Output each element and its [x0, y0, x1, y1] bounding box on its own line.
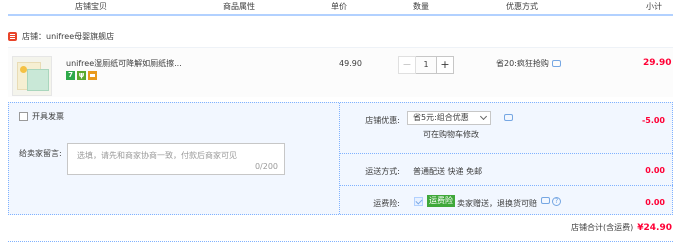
insurance-text: 卖家赠送，退换货可赔: [457, 199, 537, 208]
unit-price: 49.90: [339, 59, 362, 68]
coupon-select[interactable]: 省5元:组合优惠: [407, 111, 491, 125]
insurance-label: 运费险:: [373, 199, 400, 208]
item-promo: 省20:疯狂抢购: [496, 58, 561, 69]
quantity-stepper: − 1 +: [398, 56, 454, 74]
shop-name[interactable]: 店铺：unifree母婴旗舰店: [22, 31, 114, 42]
insurance-tag: 运费险: [427, 195, 455, 207]
shipping-amount: 0.00: [645, 166, 665, 175]
insurance-checkbox[interactable]: [414, 197, 423, 206]
insurance-row: 运费险: 运费险 卖家赠送，退换货可赔 ? 0.00: [340, 185, 673, 214]
insurance-icons: ?: [541, 197, 561, 206]
message-textarea[interactable]: 选填，请先和商家协商一致，付款后商家可见 0/200: [67, 143, 285, 175]
help-icon[interactable]: ?: [552, 197, 561, 206]
seven-day-return-icon: 7: [66, 71, 75, 80]
quantity-input[interactable]: 1: [416, 56, 436, 74]
header-price: 单价: [331, 2, 347, 11]
header-subtotal: 小计: [646, 2, 662, 11]
chat-icon[interactable]: [504, 114, 513, 121]
product-thumbnail[interactable]: [12, 56, 52, 96]
shop-total: 店铺合计(含运费) ¥24.90: [571, 222, 672, 233]
guarantee-icon: ψ: [77, 71, 86, 80]
decrease-quantity-button[interactable]: −: [398, 56, 416, 74]
message-placeholder: 选填，请先和商家协商一致，付款后商家可见: [77, 151, 237, 160]
shop-row: 店铺：unifree母婴旗舰店: [8, 29, 114, 43]
credit-card-icon: [88, 71, 97, 80]
shipping-row: 运送方式: 普通配送 快递 免邮 0.00: [340, 153, 673, 185]
header-promo: 优惠方式: [506, 2, 538, 11]
total-label: 店铺合计(含运费): [571, 223, 634, 232]
chat-icon[interactable]: [551, 60, 561, 67]
chat-icon[interactable]: [541, 197, 550, 204]
invoice-checkbox[interactable]: [19, 112, 28, 121]
coupon-label: 店铺优惠:: [365, 116, 400, 125]
coupon-note: 可在购物车修改: [423, 130, 479, 139]
header-quantity: 数量: [413, 2, 429, 11]
service-badges: 7 ψ: [66, 71, 99, 80]
table-header: 店铺宝贝 商品属性 单价 数量 优惠方式 小计: [0, 0, 680, 13]
invoice-label: 开具发票: [32, 112, 64, 121]
coupon-amount: -5.00: [641, 116, 665, 125]
header-shop-item: 店铺宝贝: [75, 2, 107, 11]
header-divider: [8, 14, 673, 16]
bottom-divider: [8, 241, 673, 242]
order-options: 开具发票 给卖家留言: 选填，请先和商家协商一致，付款后商家可见 0/200 店…: [8, 102, 673, 215]
message-label: 给卖家留言:: [19, 149, 62, 158]
options-left: 开具发票 给卖家留言: 选填，请先和商家协商一致，付款后商家可见 0/200: [9, 103, 339, 214]
shop-coupon-row: 店铺优惠: 省5元:组合优惠 可在购物车修改 -5.00: [340, 103, 673, 153]
options-right: 店铺优惠: 省5元:组合优惠 可在购物车修改 -5.00 运送方式: 普通配送 …: [339, 103, 673, 214]
item-subtotal: 29.90: [643, 58, 672, 68]
insurance-amount: 0.00: [645, 198, 665, 207]
store-icon: [8, 31, 17, 41]
order-item: unifree湿厕纸可降解如厕纸擦... 7 ψ 49.90 − 1 + 省20…: [8, 47, 673, 97]
product-name[interactable]: unifree湿厕纸可降解如厕纸擦...: [66, 58, 182, 69]
invoice-option[interactable]: 开具发票: [19, 111, 64, 122]
total-amount: ¥24.90: [637, 223, 672, 233]
header-attributes: 商品属性: [223, 2, 255, 11]
shipping-value: 普通配送 快递 免邮: [413, 167, 483, 176]
increase-quantity-button[interactable]: +: [436, 56, 454, 74]
message-char-count: 0/200: [254, 162, 278, 171]
chevron-down-icon: [479, 112, 488, 121]
shipping-label: 运送方式:: [365, 167, 400, 176]
